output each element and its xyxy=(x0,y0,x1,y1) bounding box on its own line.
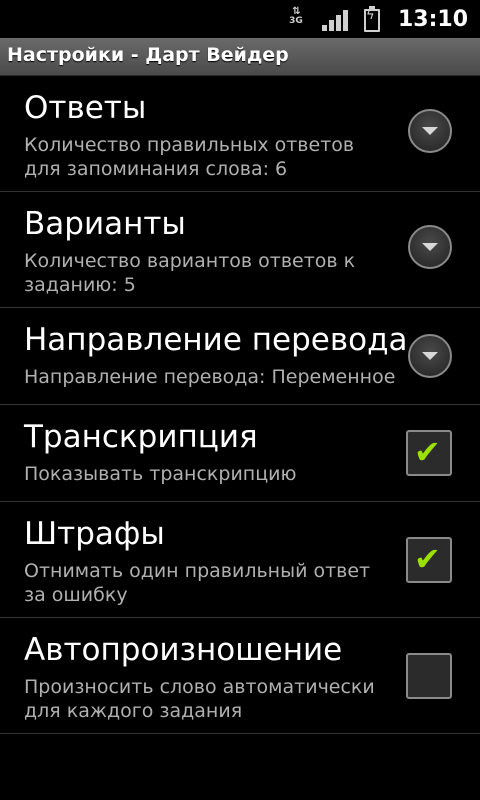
pref-auto-pronunciation[interactable]: Автопроизношение Произносить слово автом… xyxy=(0,618,480,734)
pref-title: Направление перевода xyxy=(24,322,408,358)
pref-answers[interactable]: Ответы Количество правильных ответов для… xyxy=(0,76,480,192)
auto-pronunciation-checkbox[interactable] xyxy=(406,653,452,699)
chevron-down-icon[interactable] xyxy=(408,225,452,269)
pref-title: Варианты xyxy=(24,206,186,242)
status-time: 13:10 xyxy=(397,6,468,32)
pref-summary: Направление перевода: Переменное xyxy=(24,366,396,388)
pref-summary: Показывать транскрипцию xyxy=(24,463,297,485)
pref-title: Штрафы xyxy=(24,516,165,552)
pref-title: Ответы xyxy=(24,90,147,126)
chevron-down-icon[interactable] xyxy=(408,334,452,378)
title-bar: Настройки - Дарт Вейдер xyxy=(0,38,480,76)
pref-summary: Количество вариантов ответов к заданию: … xyxy=(24,250,356,296)
pref-summary: Количество правильных ответов для запоми… xyxy=(24,134,355,180)
status-icons: ⇅ 3G ϟ 13:10 xyxy=(286,0,480,38)
screen-title: Настройки - Дарт Вейдер xyxy=(7,44,289,66)
checkmark-icon: ✔ xyxy=(414,540,441,578)
pref-title: Автопроизношение xyxy=(24,632,343,668)
pref-variants[interactable]: Варианты Количество вариантов ответов к … xyxy=(0,192,480,308)
pref-title: Транскрипция xyxy=(24,419,258,455)
pref-translation-direction[interactable]: Направление перевода Направление перевод… xyxy=(0,308,480,405)
pref-summary: Отнимать один правильный ответ за ошибку xyxy=(24,560,371,606)
preferences-list: Ответы Количество правильных ответов для… xyxy=(0,76,480,734)
transcription-checkbox[interactable]: ✔ xyxy=(406,430,452,476)
chevron-down-icon[interactable] xyxy=(408,109,452,153)
penalties-checkbox[interactable]: ✔ xyxy=(406,537,452,583)
status-bar: ⇅ 3G ϟ 13:10 xyxy=(0,0,480,38)
checkmark-icon: ✔ xyxy=(414,433,441,471)
pref-penalties[interactable]: Штрафы Отнимать один правильный ответ за… xyxy=(0,502,480,618)
pref-transcription[interactable]: Транскрипция Показывать транскрипцию ✔ xyxy=(0,405,480,502)
3g-data-icon: ⇅ 3G xyxy=(289,6,303,26)
battery-charging-icon: ϟ xyxy=(363,6,380,32)
pref-summary: Произносить слово автоматически для кажд… xyxy=(24,676,375,722)
signal-icon xyxy=(321,7,350,31)
